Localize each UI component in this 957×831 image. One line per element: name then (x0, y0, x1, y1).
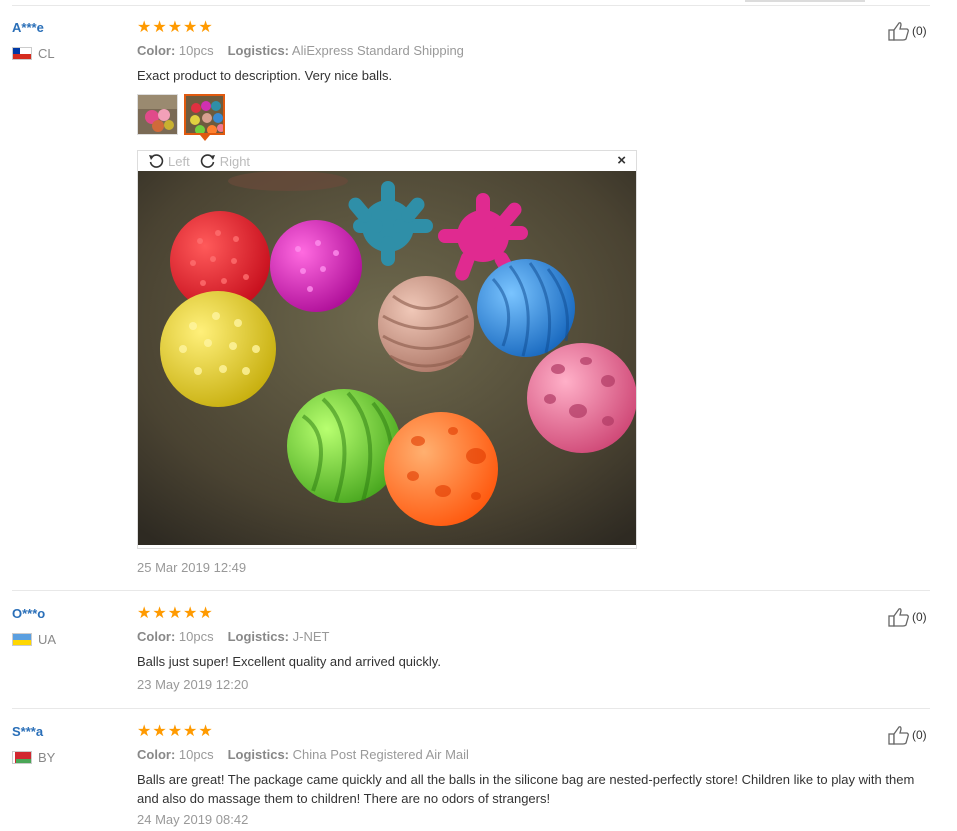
star-icon: ★ (183, 723, 198, 740)
review-item: O***o UA ★ ★ ★ ★ ★ Color: 10pcs Logistic… (0, 590, 930, 708)
review-photo-thumbnails (137, 94, 225, 135)
photo-thumbnail-image (138, 95, 177, 134)
rotate-right-button[interactable]: Right (200, 153, 250, 169)
star-rating: ★ ★ ★ ★ ★ (137, 20, 213, 36)
color-label: Color: (137, 629, 176, 644)
helpful-count: (0) (912, 24, 927, 38)
star-rating: ★ ★ ★ ★ ★ (137, 724, 213, 740)
logistics-label: Logistics: (227, 629, 290, 644)
review-photo (138, 171, 636, 545)
review-meta: Color: 10pcs Logistics: AliExpress Stand… (137, 43, 464, 58)
logistics-value: J-NET (292, 629, 330, 644)
reviewer-name[interactable]: A***e (12, 20, 44, 35)
star-icon: ★ (198, 19, 213, 36)
thumbs-up-icon (888, 726, 909, 745)
color-label: Color: (137, 43, 176, 58)
photo-thumbnail-selected[interactable] (184, 94, 225, 135)
country-code: BY (38, 750, 56, 765)
star-icon: ★ (167, 605, 183, 622)
review-date: 23 May 2019 12:20 (137, 677, 249, 692)
star-icon: ★ (152, 19, 167, 36)
star-icon: ★ (137, 605, 152, 622)
reviewer-name[interactable]: O***o (12, 606, 45, 621)
photo-viewer: Left Right × (137, 150, 637, 549)
logistics-label: Logistics: (227, 43, 290, 58)
selected-thumbnail-pointer (200, 135, 210, 141)
star-icon: ★ (198, 723, 213, 740)
flag-chile-icon (12, 47, 32, 60)
helpful-count: (0) (912, 610, 927, 624)
review-date: 25 Mar 2019 12:49 (137, 560, 247, 575)
star-icon: ★ (167, 723, 183, 740)
star-icon: ★ (183, 605, 198, 622)
flag-belarus-icon (12, 751, 32, 764)
rotate-left-icon (149, 154, 164, 168)
review-item: A***e CL ★ ★ ★ ★ ★ Color: 10pcs Logistic… (0, 0, 930, 590)
helpful-button[interactable]: (0) (888, 21, 927, 41)
reviewer-country: BY (12, 750, 55, 765)
review-text: Balls are great! The package came quickl… (137, 772, 915, 806)
logistics-value: AliExpress Standard Shipping (291, 43, 464, 58)
helpful-button[interactable]: (0) (888, 725, 927, 745)
rotate-right-icon (200, 154, 215, 168)
reviewer-country: UA (12, 632, 56, 647)
reviewer-country: CL (12, 46, 55, 61)
review-meta: Color: 10pcs Logistics: J-NET (137, 629, 329, 644)
review-item: S***a BY ★ ★ ★ ★ ★ Color: 10pcs Logistic… (0, 708, 930, 831)
thumbs-up-icon (888, 22, 909, 41)
color-value: 10pcs (178, 43, 214, 58)
helpful-count: (0) (912, 728, 927, 742)
star-icon: ★ (137, 723, 152, 740)
rotate-left-button[interactable]: Left (148, 153, 190, 169)
close-viewer-button[interactable]: × (617, 152, 626, 169)
logistics-label: Logistics: (227, 747, 290, 762)
photo-viewer-toolbar: Left Right × (138, 151, 636, 171)
review-text: Exact product to description. Very nice … (137, 68, 393, 83)
star-icon: ★ (137, 19, 152, 36)
star-rating: ★ ★ ★ ★ ★ (137, 606, 213, 622)
rotate-right-label: Right (219, 153, 251, 169)
review-meta: Color: 10pcs Logistics: China Post Regis… (137, 747, 469, 762)
country-code: UA (38, 632, 57, 647)
color-label: Color: (137, 747, 176, 762)
flag-ukraine-icon (12, 633, 32, 646)
helpful-button[interactable]: (0) (888, 607, 927, 627)
reviewer-name[interactable]: S***a (12, 724, 43, 739)
thumbs-up-icon (888, 608, 909, 627)
color-value: 10pcs (178, 629, 214, 644)
star-icon: ★ (183, 19, 198, 36)
photo-thumbnail[interactable] (137, 94, 178, 135)
country-code: CL (38, 46, 55, 61)
review-text: Balls just super! Excellent quality and … (137, 654, 441, 669)
star-icon: ★ (167, 19, 183, 36)
color-value: 10pcs (178, 747, 214, 762)
rotate-left-label: Left (168, 153, 190, 169)
star-icon: ★ (198, 605, 213, 622)
star-icon: ★ (152, 605, 167, 622)
logistics-value: China Post Registered Air Mail (292, 747, 469, 762)
photo-thumbnail-image (186, 96, 223, 133)
review-date: 24 May 2019 08:42 (137, 812, 249, 827)
star-icon: ★ (152, 723, 167, 740)
